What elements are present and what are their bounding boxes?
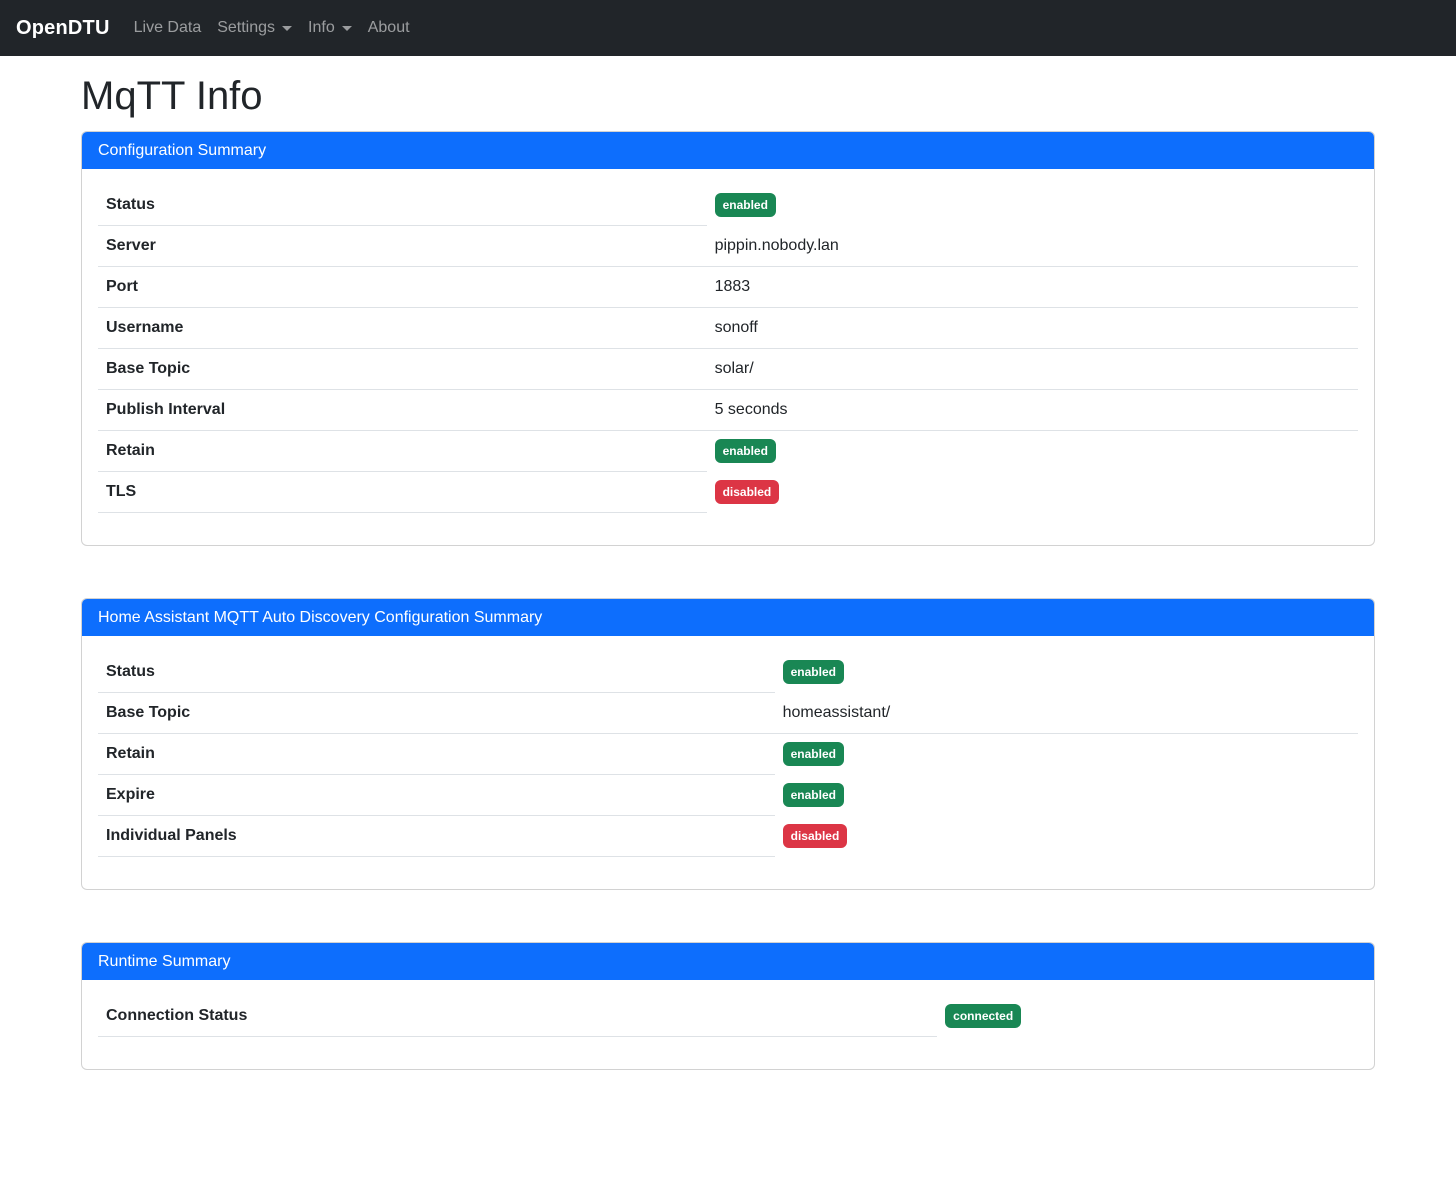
page-title: MqTT Info <box>81 72 1375 120</box>
table-row: Individual Panels disabled <box>98 816 1358 857</box>
chevron-down-icon <box>342 26 352 31</box>
row-value: disabled <box>707 472 1358 513</box>
info-table: Status enabled Base Topic homeassistant/… <box>98 652 1358 857</box>
row-value: 5 seconds <box>707 390 1358 431</box>
card-header: Home Assistant MQTT Auto Discovery Confi… <box>82 599 1374 636</box>
info-table: Status enabled Server pippin.nobody.lan … <box>98 185 1358 513</box>
card-header: Runtime Summary <box>82 943 1374 980</box>
nav-item-label: Live Data <box>134 19 202 37</box>
nav-item-about[interactable]: About <box>360 11 418 45</box>
row-label: Username <box>98 308 707 349</box>
row-label: Publish Interval <box>98 390 707 431</box>
table-row: Retain enabled <box>98 734 1358 775</box>
status-badge: enabled <box>715 193 776 217</box>
row-label: Retain <box>98 734 775 775</box>
row-label: Base Topic <box>98 349 707 390</box>
row-label: Expire <box>98 775 775 816</box>
page-container: MqTT Info Configuration Summary Status e… <box>81 72 1375 1070</box>
table-row: Status enabled <box>98 185 1358 226</box>
row-label: Status <box>98 185 707 226</box>
card-body: Connection Status connected <box>82 980 1374 1069</box>
table-row: Status enabled <box>98 652 1358 693</box>
chevron-down-icon <box>282 26 292 31</box>
status-badge: enabled <box>783 742 844 766</box>
table-row: Retain enabled <box>98 431 1358 472</box>
cards-container: Configuration Summary Status enabled Ser… <box>81 131 1375 1070</box>
row-value: 1883 <box>707 267 1358 308</box>
summary-card: Configuration Summary Status enabled Ser… <box>81 131 1375 546</box>
table-row: Expire enabled <box>98 775 1358 816</box>
row-value: sonoff <box>707 308 1358 349</box>
row-value: enabled <box>707 185 1358 226</box>
table-row: Publish Interval 5 seconds <box>98 390 1358 431</box>
table-row: Username sonoff <box>98 308 1358 349</box>
row-value: homeassistant/ <box>775 693 1358 734</box>
row-value: disabled <box>775 816 1358 857</box>
nav-item-label: Info <box>308 19 335 37</box>
card-body: Status enabled Server pippin.nobody.lan … <box>82 169 1374 545</box>
status-badge: disabled <box>783 824 848 848</box>
navbar: OpenDTU Live Data Settings Info About <box>0 0 1456 56</box>
table-row: TLS disabled <box>98 472 1358 513</box>
table-row: Base Topic homeassistant/ <box>98 693 1358 734</box>
row-label: Server <box>98 226 707 267</box>
nav-item-label: Settings <box>217 19 275 37</box>
row-value: enabled <box>707 431 1358 472</box>
navbar-nav: Live Data Settings Info About <box>126 11 418 45</box>
summary-card: Runtime Summary Connection Status connec… <box>81 942 1375 1070</box>
row-label: Base Topic <box>98 693 775 734</box>
summary-card: Home Assistant MQTT Auto Discovery Confi… <box>81 598 1375 890</box>
row-label: TLS <box>98 472 707 513</box>
status-badge: enabled <box>783 660 844 684</box>
status-badge: enabled <box>715 439 776 463</box>
table-row: Base Topic solar/ <box>98 349 1358 390</box>
status-badge: connected <box>945 1004 1021 1028</box>
row-value: enabled <box>775 652 1358 693</box>
row-label: Port <box>98 267 707 308</box>
row-label: Connection Status <box>98 996 937 1037</box>
row-label: Individual Panels <box>98 816 775 857</box>
row-value: solar/ <box>707 349 1358 390</box>
card-header: Configuration Summary <box>82 132 1374 169</box>
nav-item-live-data[interactable]: Live Data <box>126 11 210 45</box>
row-value: enabled <box>775 734 1358 775</box>
status-badge: enabled <box>783 783 844 807</box>
info-table: Connection Status connected <box>98 996 1358 1037</box>
row-value: enabled <box>775 775 1358 816</box>
table-row: Connection Status connected <box>98 996 1358 1037</box>
navbar-brand[interactable]: OpenDTU <box>16 17 110 40</box>
nav-item-settings[interactable]: Settings <box>209 11 300 45</box>
table-row: Server pippin.nobody.lan <box>98 226 1358 267</box>
nav-item-info[interactable]: Info <box>300 11 360 45</box>
card-body: Status enabled Base Topic homeassistant/… <box>82 636 1374 889</box>
table-row: Port 1883 <box>98 267 1358 308</box>
row-value: pippin.nobody.lan <box>707 226 1358 267</box>
row-value: connected <box>937 996 1358 1037</box>
nav-item-label: About <box>368 19 410 37</box>
row-label: Retain <box>98 431 707 472</box>
row-label: Status <box>98 652 775 693</box>
status-badge: disabled <box>715 480 780 504</box>
